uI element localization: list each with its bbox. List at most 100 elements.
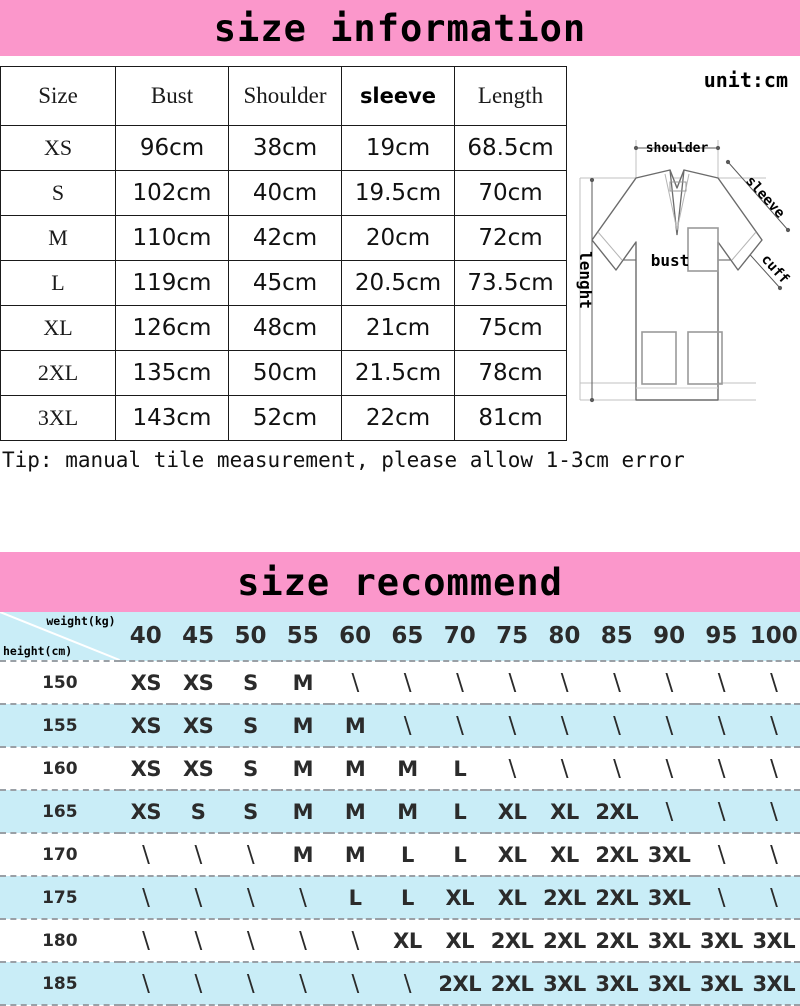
- reco-cell: XS: [119, 661, 172, 705]
- table-row: M 110cm 42cm 20cm 72cm: [0, 215, 567, 261]
- recommend-row: 170 \ \ \ M M L L XL XL 2XL 3XL \ \: [0, 833, 800, 877]
- weight-header-55: 55: [276, 612, 329, 662]
- table-row: L 119cm 45cm 20.5cm 73.5cm: [0, 260, 567, 306]
- reco-cell: \: [538, 661, 591, 705]
- reco-cell: 3XL: [695, 919, 748, 963]
- table-row: XL 126cm 48cm 21cm 75cm: [0, 305, 567, 351]
- cell-bust: 143cm: [115, 395, 229, 441]
- reco-cell: 3XL: [538, 962, 591, 1006]
- reco-cell: \: [381, 704, 434, 748]
- weight-header-95: 95: [695, 612, 748, 662]
- size-information-table: Size Bust Shoulder sleeve Length XS 96cm…: [0, 66, 567, 441]
- reco-cell: \: [224, 876, 277, 920]
- cell-length: 72cm: [454, 215, 567, 261]
- reco-cell: XL: [485, 876, 539, 920]
- reco-cell: 2XL: [433, 962, 486, 1006]
- reco-cell: M: [276, 790, 329, 834]
- reco-cell: \: [747, 790, 800, 834]
- reco-cell: \: [747, 704, 800, 748]
- reco-cell: \: [695, 661, 748, 705]
- reco-cell: \: [485, 747, 539, 791]
- column-header-size: Size: [0, 66, 116, 126]
- reco-cell: XS: [171, 661, 225, 705]
- recommend-row: 155 XS XS S M M \ \ \ \ \ \ \ \: [0, 704, 800, 748]
- reco-cell: XL: [538, 833, 591, 877]
- reco-cell: \: [276, 919, 329, 963]
- reco-cell: 3XL: [747, 962, 800, 1006]
- reco-cell: 2XL: [538, 876, 591, 920]
- reco-cell: 3XL: [695, 962, 748, 1006]
- cell-bust: 110cm: [115, 215, 229, 261]
- cell-shoulder: 42cm: [228, 215, 342, 261]
- height-label-170: 170: [0, 833, 120, 877]
- cell-sleeve: 22cm: [341, 395, 455, 441]
- reco-cell: S: [224, 747, 277, 791]
- reco-cell: 2XL: [538, 919, 591, 963]
- reco-cell: \: [642, 747, 696, 791]
- cell-size: XL: [0, 305, 116, 351]
- axis-corner-cell: weight(kg) height(cm): [0, 612, 120, 662]
- reco-cell: 2XL: [590, 919, 643, 963]
- cell-length: 68.5cm: [454, 125, 567, 171]
- cell-shoulder: 40cm: [228, 170, 342, 216]
- height-label-160: 160: [0, 747, 120, 791]
- column-header-sleeve: sleeve: [341, 66, 455, 126]
- cell-shoulder: 50cm: [228, 350, 342, 396]
- cell-bust: 135cm: [115, 350, 229, 396]
- reco-cell: \: [119, 876, 172, 920]
- reco-cell: \: [119, 833, 172, 877]
- column-header-bust: Bust: [115, 66, 229, 126]
- cell-shoulder: 52cm: [228, 395, 342, 441]
- garment-diagram: shoulder bust lenght sleeve cuff: [576, 140, 792, 403]
- weight-header-85: 85: [590, 612, 643, 662]
- reco-cell: \: [171, 833, 225, 877]
- reco-cell: \: [171, 919, 225, 963]
- height-label-175: 175: [0, 876, 120, 920]
- column-header-shoulder: Shoulder: [228, 66, 342, 126]
- reco-cell: 3XL: [642, 919, 696, 963]
- table-row: 2XL 135cm 50cm 21.5cm 78cm: [0, 350, 567, 396]
- reco-cell: \: [171, 876, 225, 920]
- cell-sleeve: 19cm: [341, 125, 455, 171]
- weight-header-row: weight(kg) height(cm) 40 45 50 55 60 65 …: [0, 612, 800, 662]
- reco-cell: S: [171, 790, 225, 834]
- cell-size: L: [0, 260, 116, 306]
- cell-bust: 96cm: [115, 125, 229, 171]
- reco-cell: S: [224, 790, 277, 834]
- size-recommend-banner: size recommend: [0, 552, 800, 612]
- recommend-row: 160 XS XS S M M M L \ \ \ \ \ \: [0, 747, 800, 791]
- reco-cell: \: [224, 919, 277, 963]
- reco-cell: \: [695, 704, 748, 748]
- table-row: XS 96cm 38cm 19cm 68.5cm: [0, 125, 567, 171]
- reco-cell: \: [747, 747, 800, 791]
- cell-size: 3XL: [0, 395, 116, 441]
- reco-cell: XL: [433, 876, 486, 920]
- cell-length: 81cm: [454, 395, 567, 441]
- height-label-150: 150: [0, 661, 120, 705]
- cell-sleeve: 20cm: [341, 215, 455, 261]
- cell-sleeve: 21cm: [341, 305, 455, 351]
- weight-header-75: 75: [485, 612, 539, 662]
- reco-cell: 3XL: [642, 833, 696, 877]
- recommend-row: 165 XS S S M M M L XL XL 2XL \ \ \: [0, 790, 800, 834]
- reco-cell: M: [381, 747, 434, 791]
- reco-cell: \: [276, 962, 329, 1006]
- reco-cell: \: [328, 962, 382, 1006]
- reco-cell: M: [328, 747, 382, 791]
- weight-header-90: 90: [642, 612, 696, 662]
- reco-cell: \: [590, 661, 643, 705]
- height-label-155: 155: [0, 704, 120, 748]
- reco-cell: \: [642, 790, 696, 834]
- cell-sleeve: 19.5cm: [341, 170, 455, 216]
- label-bust: bust: [651, 251, 690, 270]
- reco-cell: M: [328, 833, 382, 877]
- label-length: lenght: [576, 251, 595, 309]
- reco-cell: 3XL: [590, 962, 643, 1006]
- reco-cell: \: [590, 747, 643, 791]
- table-row: S 102cm 40cm 19.5cm 70cm: [0, 170, 567, 216]
- reco-cell: L: [381, 876, 434, 920]
- reco-cell: S: [224, 661, 277, 705]
- reco-cell: \: [224, 962, 277, 1006]
- reco-cell: L: [433, 747, 486, 791]
- cell-sleeve: 20.5cm: [341, 260, 455, 306]
